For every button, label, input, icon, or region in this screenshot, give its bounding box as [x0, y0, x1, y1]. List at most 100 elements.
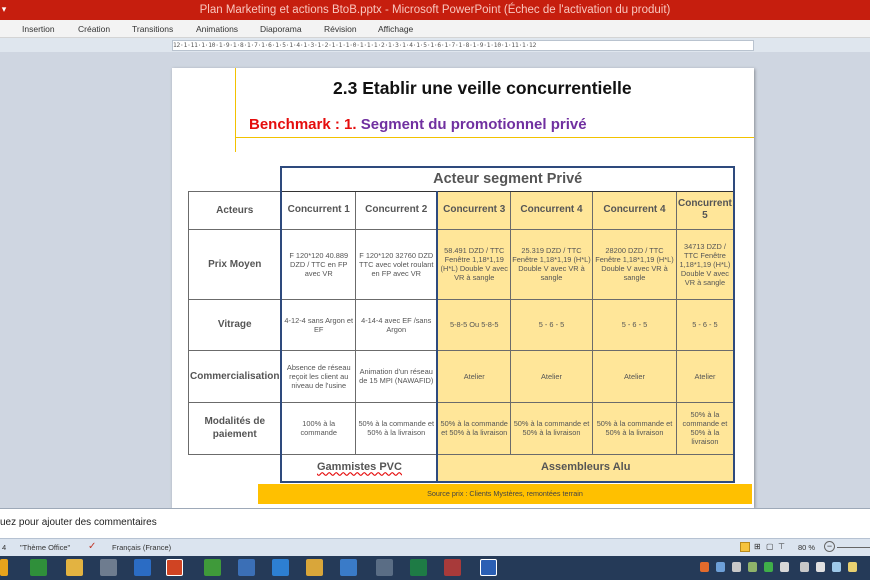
horizontal-ruler: 12·1·11·1·10·1·9·1·8·1·7·1·6·1·5·1·4·1·3… [0, 38, 870, 52]
tray-icon[interactable] [700, 562, 709, 572]
vscode-icon[interactable] [272, 559, 289, 576]
notes-placeholder: uez pour ajouter des commentaires [0, 517, 157, 528]
ribbon-tabs: Insertion Création Transitions Animation… [0, 20, 870, 38]
app-icon[interactable] [306, 559, 323, 576]
table-cell: F 120*120 32760 DZD TTC avec volet roula… [354, 228, 438, 300]
tray-icon[interactable] [716, 562, 725, 572]
table-cell: F 120*120 40.889 DZD / TTC en FP avec VR [280, 228, 356, 300]
benchmark-subtitle[interactable]: Benchmark : 1. Segment du promotionnel p… [249, 116, 587, 133]
tab-revision[interactable]: Révision [324, 24, 357, 34]
row-label: Prix Moyen [188, 228, 282, 300]
app-icon[interactable] [444, 559, 461, 576]
window-title: Plan Marketing et actions BtoB.pptx - Mi… [199, 4, 671, 16]
tab-transitions[interactable]: Transitions [132, 24, 173, 34]
table-cell: 50% à la commande et 50% à la livraison [509, 401, 593, 455]
row-label: Vitrage [188, 298, 282, 351]
ruler-scale: 12·1·11·1·10·1·9·1·8·1·7·1·6·1·5·1·4·1·3… [172, 40, 754, 51]
slideshow-icon[interactable]: ⊤ [778, 542, 785, 551]
app-icon[interactable] [238, 559, 255, 576]
table-cell: Animation d'un réseau de 15 MPI (NAWAFID… [354, 349, 438, 403]
table-super-header: Acteur segment Privé [280, 166, 735, 192]
quick-access-dropdown-icon[interactable]: ▾ [0, 3, 8, 15]
app-icon[interactable] [376, 559, 393, 576]
col-header: Concurrent 1 [280, 190, 356, 230]
tab-animations[interactable]: Animations [196, 24, 238, 34]
slide-title[interactable]: 2.3 Etablir une veille concurrentielle [333, 78, 632, 99]
window-titlebar: ▾ Plan Marketing et actions BtoB.pptx - … [0, 0, 870, 20]
tab-diaporama[interactable]: Diaporama [260, 24, 302, 34]
app-icon[interactable] [340, 559, 357, 576]
taskbar [0, 556, 870, 580]
app-icon[interactable] [30, 559, 47, 576]
slide-sorter-icon[interactable]: ⊞ [754, 542, 761, 551]
table-cell: 34713 DZD / TTC Fenêtre 1,18*1,19 (H*L) … [675, 228, 735, 300]
powerpoint-icon[interactable] [166, 559, 183, 576]
language[interactable]: Français (France) [112, 543, 171, 552]
tray-icon[interactable] [764, 562, 773, 572]
notes-pane[interactable]: uez pour ajouter des commentaires [0, 508, 870, 538]
tab-affichage[interactable]: Affichage [378, 24, 413, 34]
folder-icon[interactable] [66, 559, 83, 576]
tab-creation[interactable]: Création [78, 24, 110, 34]
tray-icon[interactable] [816, 562, 825, 572]
table-cell: Atelier [509, 349, 593, 403]
table-cell: 50% à la commande et 50% à la livraison [591, 401, 677, 455]
app-icon[interactable] [100, 559, 117, 576]
col-header: Concurrent 5 [675, 190, 735, 230]
source-note: Source prix : Clients Mystères, remontée… [258, 484, 752, 504]
table-cell: 5 - 6 - 5 [591, 298, 677, 351]
slide[interactable]: 2.3 Etablir une veille concurrentielle B… [172, 68, 754, 508]
group-label-gammistes: Gammistes PVC [280, 453, 438, 483]
col-header: Concurrent 3 [436, 190, 511, 230]
app-icon[interactable] [204, 559, 221, 576]
table-cell: 4-14-4 avec EF /sans Argon [354, 298, 438, 351]
table-cell: 25.319 DZD / TTC Fenêtre 1,18*1,19 (H*L)… [509, 228, 593, 300]
table-cell: 4-12-4 sans Argon et EF [280, 298, 356, 351]
tab-insertion[interactable]: Insertion [22, 24, 55, 34]
slide-editor-area: 2.3 Etablir une veille concurrentielle B… [0, 52, 870, 508]
slide-number: 4 [2, 543, 7, 552]
col-header: Concurrent 4 [509, 190, 593, 230]
zoom-slider[interactable] [837, 547, 870, 548]
table-cell: 5 - 6 - 5 [509, 298, 593, 351]
spellcheck-icon[interactable]: ✓ [88, 541, 96, 552]
table-cell: Atelier [675, 349, 735, 403]
flag-icon[interactable] [848, 562, 857, 572]
table-cell: 58.491 DZD / TTC Fenêtre 1,18*1,19 (H*L)… [436, 228, 511, 300]
zoom-out-icon[interactable]: − [824, 541, 835, 552]
col-header: Concurrent 2 [354, 190, 438, 230]
table-cell: 50% à la commande et 50% à la livraison [436, 401, 511, 455]
table-cell: 28200 DZD / TTC Fenêtre 1,18*1,19 (H*L) … [591, 228, 677, 300]
actors-header: Acteurs [188, 190, 282, 230]
zoom-level[interactable]: 80 % [798, 543, 815, 552]
benchmark-table[interactable]: Acteur segment Privé Acteurs Concurrent … [188, 166, 735, 483]
table-cell: 50% à la commande et 50% à la livraison [675, 401, 735, 455]
status-bar: 4 "Thème Office" ✓ Français (France) ⊞ ▢… [0, 538, 870, 556]
table-cell: 5 - 6 - 5 [675, 298, 735, 351]
decorative-vertical-line [235, 68, 236, 152]
table-empty-corner [188, 454, 282, 482]
col-header: Concurrent 4 [591, 190, 677, 230]
network-icon[interactable] [800, 562, 809, 572]
table-cell: 100% à la commande [280, 401, 356, 455]
volume-icon[interactable] [780, 562, 789, 572]
benchmark-segment: Segment du promotionnel privé [360, 116, 587, 133]
tray-icon[interactable] [748, 562, 757, 572]
tray-icon[interactable] [832, 562, 841, 572]
table-cell: Atelier [591, 349, 677, 403]
word-icon[interactable] [480, 559, 497, 576]
table-cell: Absence de réseau reçoit les client au n… [280, 349, 356, 403]
normal-view-icon[interactable] [740, 542, 750, 552]
table-empty-corner [188, 167, 282, 191]
zoom-controls: ⊞ ▢ ⊤ 80 % − [740, 541, 870, 554]
reading-view-icon[interactable]: ▢ [766, 542, 774, 551]
excel-icon[interactable] [410, 559, 427, 576]
benchmark-label: Benchmark : 1. [249, 116, 357, 133]
table-cell: 5-8-5 Ou 5-8-5 [436, 298, 511, 351]
group-label-assembleurs: Assembleurs Alu [436, 453, 735, 483]
start-icon[interactable] [0, 559, 8, 576]
row-label: Modalités de paiement [188, 401, 282, 455]
app-icon[interactable] [134, 559, 151, 576]
theme-name: "Thème Office" [20, 543, 71, 552]
tray-icon[interactable] [732, 562, 741, 572]
